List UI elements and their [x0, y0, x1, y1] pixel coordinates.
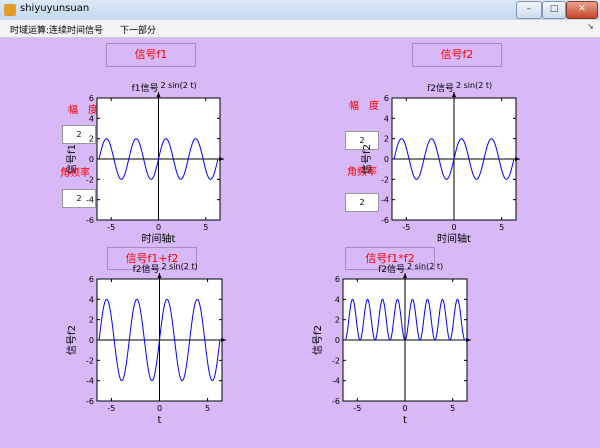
chart4-xtick-label: 5	[450, 404, 455, 413]
chart1-ytick-label: 6	[89, 94, 94, 103]
chart2-ytick-label: -2	[381, 175, 389, 184]
chart2-ytick-label: -4	[381, 196, 389, 205]
chart1-xtick-label: -5	[107, 223, 115, 232]
chart1-ytick-label: 0	[89, 155, 94, 164]
chart4-ytick-label: -2	[332, 356, 340, 365]
chart4-ytick-label: -4	[332, 377, 340, 386]
chart3-ytick-label: 2	[89, 316, 94, 325]
chart4-ytick-label: 4	[335, 295, 340, 304]
chart2-ytick-label: -6	[381, 216, 389, 225]
chart1-xtick-label: 0	[156, 223, 161, 232]
chart3-subtitle: 2 sin(2 t)	[162, 262, 198, 271]
chart4-xtick-label: 0	[402, 404, 407, 413]
chart3-ytick-label: 6	[89, 275, 94, 284]
chart3-title: f2信号	[133, 263, 160, 275]
chart3-xlabel: t	[158, 415, 162, 426]
chart2-ylabel: 信号f2	[361, 144, 373, 174]
chart2-xtick-label: 5	[499, 223, 504, 232]
plot-canvas: -5 0 5-6-4-20246f1信号 2 sin(2 t)时间轴t信号f1-5 0 5…	[66, 81, 520, 426]
chart3-ytick-label: 0	[89, 336, 94, 345]
chart2-ytick-label: 0	[384, 155, 389, 164]
chart3-xtick-label: 5	[205, 404, 210, 413]
chart3-ytick-label: -6	[86, 397, 94, 406]
chart4-title: f2信号	[378, 263, 405, 275]
chart1-ytick-label: -6	[86, 216, 94, 225]
chart1-ytick-label: -4	[86, 196, 94, 205]
chart2-subtitle: 2 sin(2 t)	[456, 81, 492, 90]
chart4-xtick-label: -5	[353, 404, 361, 413]
chart3-x-axis-arrow	[221, 338, 226, 342]
chart2-ytick-label: 6	[384, 94, 389, 103]
chart3-xtick-label: -5	[107, 404, 115, 413]
chart1-title: f1信号	[132, 82, 159, 94]
chart4-x-axis-arrow	[466, 338, 471, 342]
chart1-subtitle: 2 sin(2 t)	[161, 81, 197, 90]
chart1-ytick-label: -2	[86, 175, 94, 184]
chart1-ytick-label: 4	[89, 114, 94, 123]
chart1-xlabel: 时间轴t	[142, 232, 176, 245]
chart3-ytick-label: -4	[86, 377, 94, 386]
chart2-xtick-label: 0	[451, 223, 456, 232]
chart2-ytick-label: 2	[384, 135, 389, 144]
chart1-x-axis-arrow	[219, 157, 224, 161]
chart1-ytick-label: 2	[89, 135, 94, 144]
chart4-subtitle: 2 sin(2 t)	[407, 262, 443, 271]
chart4-xlabel: t	[403, 415, 407, 426]
chart4-ylabel: 信号f2	[312, 325, 324, 355]
chart3-ytick-label: -2	[86, 356, 94, 365]
chart4-ytick-label: 0	[335, 336, 340, 345]
chart3-ylabel: 信号f2	[66, 325, 78, 355]
chart1-ylabel: 信号f1	[66, 144, 78, 174]
chart2-x-axis-arrow	[515, 157, 520, 161]
chart4-ytick-label: -6	[332, 397, 340, 406]
chart2-title: f2信号	[427, 82, 454, 94]
chart3-xtick-label: 0	[157, 404, 162, 413]
chart4-ytick-label: 6	[335, 275, 340, 284]
app-window: shiyuyunsuan – □ ✕ 时域运算:连续时间信号 下一部分 ➘ 信号…	[0, 0, 600, 448]
chart2-xlabel: 时间轴t	[437, 232, 471, 245]
chart3-ytick-label: 4	[89, 295, 94, 304]
chart2-xtick-label: -5	[402, 223, 410, 232]
chart1-xtick-label: 5	[203, 223, 208, 232]
chart4-ytick-label: 2	[335, 316, 340, 325]
chart2-ytick-label: 4	[384, 114, 389, 123]
